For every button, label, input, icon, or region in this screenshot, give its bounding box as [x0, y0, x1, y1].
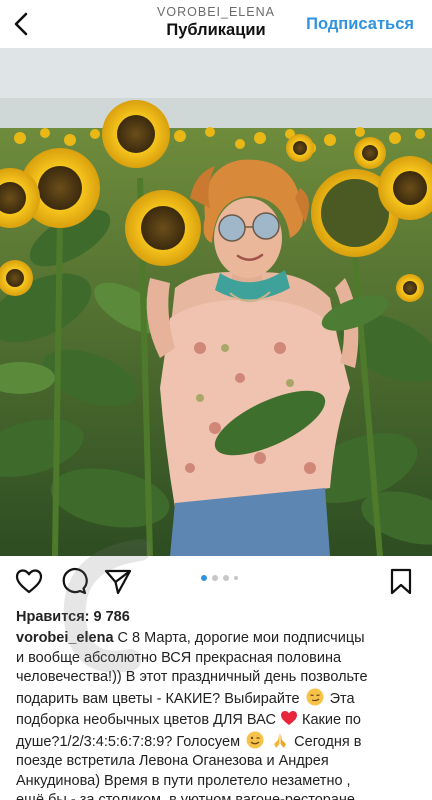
- likes-count[interactable]: Нравится: 9 786: [16, 609, 130, 625]
- caption-text: душе?1/2/3:4:5:6:7:8:9? Голосуем: [16, 733, 241, 750]
- caption-text: подборка необычных цветов ДЛЯ ВАС: [16, 712, 276, 728]
- post-caption: vorobei_elena С 8 Марта, дорогие мои под…: [16, 629, 426, 800]
- carousel-dot: [234, 576, 238, 580]
- caption-text: Анкудинова) Время в пути пролетело незам…: [16, 772, 351, 789]
- sunflower-field-photo: [0, 48, 432, 556]
- carousel-indicator: [0, 575, 432, 583]
- caption-text: Эта: [329, 690, 355, 707]
- caption-text: подарить вам цветы - КАКИЕ? Выбирайте: [16, 690, 300, 707]
- caption-text: Какие по: [302, 712, 361, 728]
- caption-text: С 8 Марта, дорогие мои подписчицы: [117, 630, 365, 646]
- caption-text: Сегодня в: [294, 733, 362, 750]
- caption-username[interactable]: vorobei_elena: [16, 630, 114, 646]
- carousel-dot: [223, 575, 229, 581]
- caption-text: поезде встретила Левона Оганезова и Андр…: [16, 753, 329, 769]
- caption-text: и вообще абсолютно ВСЯ прекрасная полови…: [16, 649, 342, 666]
- carousel-dot-active: [201, 575, 207, 581]
- smirk-emoji-icon: [306, 688, 324, 705]
- carousel-dot: [212, 575, 218, 581]
- red-heart-icon: [280, 711, 297, 725]
- top-bar: VOROBEI_ELENA Публикации Подписаться: [0, 0, 432, 48]
- follow-button[interactable]: Подписаться: [306, 15, 414, 34]
- wink-emoji-icon: [246, 731, 264, 748]
- post-photo[interactable]: [0, 48, 432, 556]
- caption-text: человечества!)) В этот праздничный день …: [16, 669, 368, 685]
- praying-hands-icon: [274, 732, 287, 748]
- caption-text: ещё бы - за столиком, в уютном вагоне-ре…: [16, 792, 355, 800]
